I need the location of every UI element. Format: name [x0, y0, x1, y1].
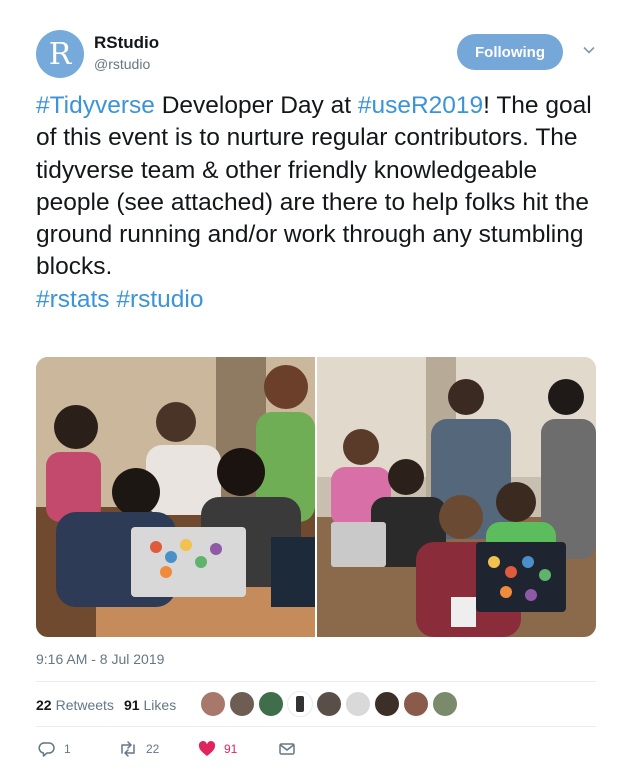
- account-avatar[interactable]: R: [36, 30, 84, 78]
- tweet-text-segment: Developer Day at: [154, 92, 358, 119]
- retweets-count: 22: [36, 697, 52, 713]
- divider: [36, 726, 596, 727]
- likes-count: 91: [123, 697, 140, 713]
- liker-avatar[interactable]: [374, 691, 400, 717]
- photo-left[interactable]: [36, 357, 315, 637]
- account-name[interactable]: RStudio: [94, 33, 159, 53]
- tweet-text-segment: ! The goal of this event is to nurture r…: [36, 92, 592, 281]
- chevron-down-icon[interactable]: [581, 42, 597, 58]
- likes-label: Likes: [143, 697, 177, 713]
- liker-avatar[interactable]: [316, 691, 342, 717]
- hashtag-link[interactable]: #rstudio: [116, 286, 203, 313]
- retweet-button[interactable]: 22: [118, 740, 159, 758]
- hashtag-link[interactable]: #useR2019: [358, 92, 483, 119]
- photo-right[interactable]: [317, 357, 596, 637]
- liker-avatar[interactable]: [403, 691, 429, 717]
- direct-message-button[interactable]: [278, 740, 296, 758]
- hashtag-link[interactable]: #Tidyverse: [36, 92, 155, 119]
- liker-avatar[interactable]: [200, 691, 226, 717]
- like-count: 91: [224, 742, 238, 756]
- photo-grid: [36, 357, 596, 637]
- tweet-text: #Tidyverse Developer Day at #useR2019! T…: [36, 90, 601, 316]
- liker-avatar[interactable]: [229, 691, 255, 717]
- tweet-media[interactable]: [36, 357, 596, 637]
- following-button[interactable]: Following: [457, 34, 563, 70]
- retweets-label: Retweets: [55, 697, 114, 713]
- liker-avatar[interactable]: [432, 691, 458, 717]
- reply-icon: [38, 742, 55, 757]
- retweet-icon: [121, 741, 135, 757]
- hashtag-link[interactable]: #rstats: [36, 286, 110, 313]
- retweets-stat[interactable]: 22 Retweets: [36, 697, 114, 713]
- mail-icon: [279, 743, 295, 755]
- liker-avatar[interactable]: [258, 691, 284, 717]
- retweet-count: 22: [146, 742, 160, 756]
- heart-icon: [198, 741, 216, 756]
- like-button[interactable]: 91: [198, 740, 237, 758]
- liker-avatar[interactable]: [287, 691, 313, 717]
- reply-button[interactable]: 1: [38, 740, 71, 758]
- divider: [36, 681, 596, 682]
- account-handle[interactable]: @rstudio: [94, 56, 150, 72]
- reply-count: 1: [64, 742, 71, 756]
- tweet-timestamp[interactable]: 9:16 AM - 8 Jul 2019: [36, 651, 164, 667]
- liker-avatar[interactable]: [345, 691, 371, 717]
- tweet-stats: 22 Retweets 91 Likes: [36, 695, 186, 715]
- tweet-header: R RStudio @rstudio Following: [36, 30, 596, 80]
- likes-stat[interactable]: 91 Likes: [124, 697, 176, 713]
